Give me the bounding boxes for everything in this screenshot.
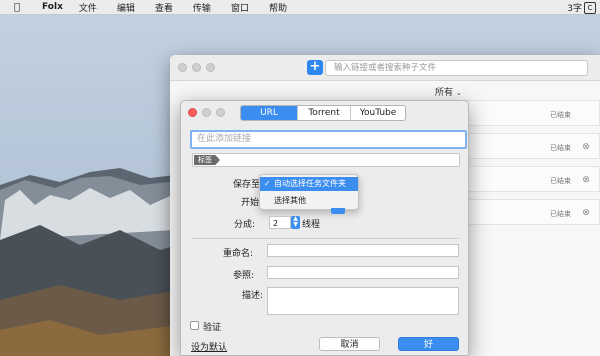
dialog-titlebar: URL Torrent YouTube <box>181 101 468 125</box>
tag-chip[interactable]: 标签 <box>194 155 220 165</box>
app-menu[interactable]: Folx <box>42 2 63 12</box>
search-input[interactable]: 输入链接或者搜索种子文件 <box>325 60 588 76</box>
remove-icon[interactable]: ⊗ <box>581 175 591 185</box>
download-status: 已结束 <box>550 144 571 152</box>
main-window-controls <box>178 63 220 72</box>
tab-torrent[interactable]: Torrent <box>298 106 351 120</box>
menu-file[interactable]: 文件 <box>79 1 97 14</box>
set-default-link[interactable]: 设为默认 <box>191 340 227 353</box>
main-titlebar: + 输入链接或者搜索种子文件 <box>170 55 600 81</box>
download-status: 已结束 <box>550 210 571 218</box>
zoom-button[interactable] <box>206 63 215 72</box>
save-location-menu: ✓ 自动选择任务文件夹 选择其他 <box>259 174 359 210</box>
input-source-icon[interactable]: C <box>584 1 596 14</box>
minimize-button[interactable] <box>192 63 201 72</box>
filter-dropdown[interactable]: 所有 ⌄ <box>435 85 462 98</box>
description-label: 描述: <box>242 291 264 301</box>
close-button[interactable] <box>178 63 187 72</box>
description-textarea[interactable] <box>267 287 459 315</box>
rename-label: 重命名: <box>223 249 254 259</box>
auth-label: 验证 <box>203 323 222 333</box>
threads-input[interactable]: 2 <box>269 216 291 229</box>
add-url-dialog: URL Torrent YouTube 在此添加链接 标签 保存至 开始 ✓ 自… <box>180 100 469 356</box>
menu-option-label: 自动选择任务文件夹 <box>274 179 346 188</box>
divider <box>191 238 459 239</box>
dialog-window-controls <box>188 108 230 117</box>
apple-icon[interactable]:  <box>14 2 20 13</box>
plus-icon: + <box>309 59 321 74</box>
menu-help[interactable]: 帮助 <box>269 1 287 14</box>
reference-input[interactable] <box>267 266 459 279</box>
menu-transfer[interactable]: 传输 <box>193 1 211 14</box>
checkmark-icon: ✓ <box>264 179 271 188</box>
menu-view[interactable]: 查看 <box>155 1 173 14</box>
download-status: 已结束 <box>550 177 571 185</box>
menu-edit[interactable]: 编辑 <box>117 1 135 14</box>
filter-label: 所有 <box>435 88 454 98</box>
tag-field[interactable]: 标签 <box>192 153 460 167</box>
status-area: 3字 C <box>567 1 596 14</box>
menu-option-choose-other[interactable]: 选择其他 <box>260 194 358 208</box>
cancel-button[interactable]: 取消 <box>319 337 380 351</box>
chevron-down-icon: ⌄ <box>455 89 462 97</box>
threads-stepper[interactable]: ▲ ▼ <box>291 216 300 229</box>
source-tabs: URL Torrent YouTube <box>240 105 406 121</box>
start-popup-indicator[interactable] <box>331 208 345 214</box>
minimize-button[interactable] <box>202 108 211 117</box>
threads-label: 线程 <box>302 220 321 230</box>
menu-option-auto-folder[interactable]: ✓ 自动选择任务文件夹 <box>260 177 358 191</box>
remove-icon[interactable]: ⊗ <box>581 208 591 218</box>
start-label: 开始 <box>241 198 260 208</box>
menu-bar:  Folx 文件 编辑 查看 传输 窗口 帮助 3字 C <box>0 0 600 15</box>
input-method-status[interactable]: 3字 <box>567 1 582 14</box>
tab-youtube[interactable]: YouTube <box>351 106 405 120</box>
rename-input[interactable] <box>267 244 459 257</box>
add-download-button[interactable]: + <box>307 60 323 75</box>
zoom-button[interactable] <box>216 108 225 117</box>
remove-icon[interactable]: ⊗ <box>581 142 591 152</box>
ok-button[interactable]: 好 <box>398 337 459 351</box>
close-button[interactable] <box>188 108 197 117</box>
split-label: 分成: <box>234 220 256 230</box>
save-to-label: 保存至 <box>233 180 261 190</box>
chevron-down-icon[interactable]: ▼ <box>291 222 300 228</box>
menu-window[interactable]: 窗口 <box>231 1 249 14</box>
tab-url[interactable]: URL <box>241 106 298 120</box>
url-input[interactable]: 在此添加链接 <box>190 130 467 149</box>
auth-checkbox[interactable] <box>190 321 199 330</box>
download-status: 已结束 <box>550 111 571 119</box>
reference-label: 参照: <box>233 271 255 281</box>
menu-items: 文件 编辑 查看 传输 窗口 帮助 <box>79 1 307 14</box>
